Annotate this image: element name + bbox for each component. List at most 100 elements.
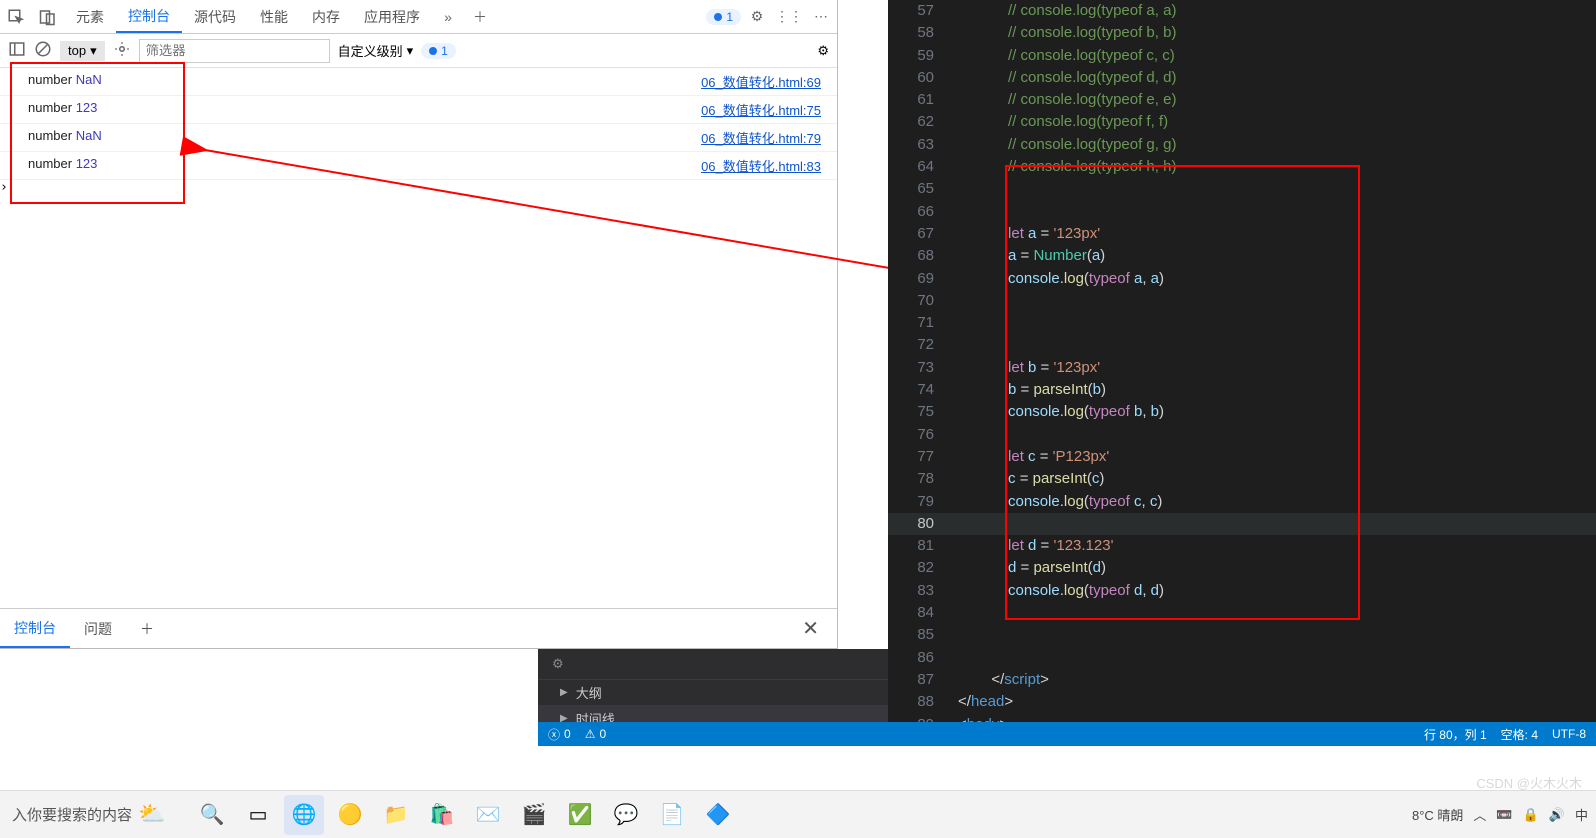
code-editor[interactable]: 5758596061626364656667686970717273747576… (888, 0, 1596, 722)
source-link[interactable]: 06_数值转化.html:83 (701, 156, 821, 175)
task-view-icon[interactable]: ▭ (238, 795, 278, 835)
issues-badge[interactable]: 1 (706, 9, 741, 25)
code-line[interactable]: c = parseInt(c) (958, 468, 1176, 490)
code-line[interactable] (958, 624, 1176, 646)
weather-widget-icon[interactable]: ⛅ (138, 801, 186, 829)
settings-icon[interactable]: ⚙ (817, 43, 829, 59)
device-icon[interactable] (32, 8, 64, 26)
devtools-tab[interactable]: 控制台 (116, 0, 182, 33)
line-number: 89 (888, 714, 934, 723)
code-line[interactable]: d = parseInt(d) (958, 557, 1176, 579)
tray-icon[interactable]: 🔒 (1523, 807, 1539, 823)
status-warnings[interactable]: ⚠ 0 (585, 727, 606, 741)
code-line[interactable]: // console.log(typeof f, f) (958, 111, 1176, 133)
code-line[interactable]: <body> (958, 714, 1176, 723)
wps-icon[interactable]: 📄 (652, 795, 692, 835)
line-number: 70 (888, 290, 934, 312)
devtools-tab[interactable]: 性能 (248, 0, 300, 33)
code-line[interactable]: console.log(typeof d, d) (958, 580, 1176, 602)
code-line[interactable] (958, 334, 1176, 356)
code-line[interactable] (958, 602, 1176, 624)
code-line[interactable] (958, 513, 1176, 535)
store-icon[interactable]: 🛍️ (422, 795, 462, 835)
status-encoding[interactable]: UTF-8 (1552, 727, 1586, 741)
ime-indicator[interactable]: 中 (1575, 805, 1588, 824)
code-line[interactable]: let d = '123.123' (958, 535, 1176, 557)
code-line[interactable]: console.log(typeof c, c) (958, 491, 1176, 513)
filter-input[interactable] (139, 39, 330, 63)
status-cursor[interactable]: 行 80，列 1 (1424, 726, 1487, 743)
more-icon[interactable]: ⋮⋮ (773, 8, 805, 25)
code-line[interactable]: console.log(typeof b, b) (958, 401, 1176, 423)
status-errors[interactable]: ⓧ 0 (548, 726, 571, 743)
code-line[interactable]: // console.log(typeof e, e) (958, 89, 1176, 111)
code-line[interactable] (958, 312, 1176, 334)
tray-icon[interactable]: 📼 (1496, 807, 1512, 823)
code-line[interactable]: // console.log(typeof b, b) (958, 22, 1176, 44)
mail-icon[interactable]: ✉️ (468, 795, 508, 835)
devtools-tab[interactable]: 应用程序 (352, 0, 432, 33)
taskbar-search[interactable]: 入你要搜索的内容 (8, 804, 132, 825)
devtools-tab[interactable]: 元素 (64, 0, 116, 33)
outline-section[interactable]: ▶大纲 (538, 679, 888, 705)
source-link[interactable]: 06_数值转化.html:69 (701, 72, 821, 91)
code-line[interactable]: // console.log(typeof g, g) (958, 134, 1176, 156)
line-number: 63 (888, 134, 934, 156)
live-expr-icon[interactable] (113, 40, 131, 61)
todo-icon[interactable]: ✅ (560, 795, 600, 835)
drawer-add-icon[interactable]: ＋ (126, 619, 168, 639)
drawer-tab-issues[interactable]: 问题 (70, 609, 126, 648)
code-line[interactable]: console.log(typeof a, a) (958, 268, 1176, 290)
console-prompt[interactable]: › (0, 180, 837, 195)
code-line[interactable] (958, 178, 1176, 200)
log-level-selector[interactable]: 自定义级别 ▾ (338, 41, 414, 60)
drawer-tab-console[interactable]: 控制台 (0, 609, 70, 648)
status-spaces[interactable]: 空格: 4 (1501, 726, 1538, 743)
plus-icon[interactable]: ＋ (464, 7, 496, 27)
sidebar-toggle-icon[interactable] (8, 40, 26, 61)
code-line[interactable] (958, 290, 1176, 312)
wechat-icon[interactable]: 💬 (606, 795, 646, 835)
code-line[interactable] (958, 424, 1176, 446)
code-line[interactable]: a = Number(a) (958, 245, 1176, 267)
manage-icon[interactable]: ⚙ (552, 656, 564, 672)
line-number: 58 (888, 22, 934, 44)
code-line[interactable] (958, 201, 1176, 223)
gear-icon[interactable]: ⚙ (741, 8, 773, 25)
source-link[interactable]: 06_数值转化.html:79 (701, 128, 821, 147)
tray-icon[interactable]: 🔊 (1549, 807, 1565, 823)
kebab-icon[interactable]: ⋯ (805, 8, 837, 25)
code-line[interactable]: b = parseInt(b) (958, 379, 1176, 401)
inspect-icon[interactable] (0, 8, 32, 26)
code-line[interactable]: // console.log(typeof a, a) (958, 0, 1176, 22)
chevron-up-icon[interactable]: ︿ (1473, 805, 1486, 824)
code-line[interactable]: </head> (958, 691, 1176, 713)
chrome-icon[interactable]: 🟡 (330, 795, 370, 835)
clear-console-icon[interactable] (34, 40, 52, 61)
drawer-close-icon[interactable]: ✕ (784, 616, 837, 641)
devtools-drawer-tabs: 控制台 问题 ＋ ✕ (0, 608, 837, 648)
code-line[interactable]: let b = '123px' (958, 357, 1176, 379)
code-line[interactable]: let c = 'P123px' (958, 446, 1176, 468)
system-tray[interactable]: 8°C 晴朗 ︿ 📼 🔒 🔊 中 (1412, 805, 1588, 824)
explorer-icon[interactable]: 📁 (376, 795, 416, 835)
code-line[interactable]: // console.log(typeof d, d) (958, 67, 1176, 89)
devtools-tab[interactable]: 内存 (300, 0, 352, 33)
search-icon[interactable]: 🔍 (192, 795, 232, 835)
source-link[interactable]: 06_数值转化.html:75 (701, 100, 821, 119)
code-line[interactable]: let a = '123px' (958, 223, 1176, 245)
code-line[interactable]: </script> (958, 669, 1176, 691)
chevron-right-icon[interactable]: » (432, 9, 464, 25)
context-selector[interactable]: top ▾ (60, 41, 105, 61)
vscode-icon[interactable]: 🔷 (698, 795, 738, 835)
weather-text[interactable]: 8°C 晴朗 (1412, 805, 1463, 824)
clipchamp-icon[interactable]: 🎬 (514, 795, 554, 835)
issues-chip[interactable]: 1 (421, 43, 456, 59)
code-line[interactable]: // console.log(typeof h, h) (958, 156, 1176, 178)
line-number: 80 (888, 513, 934, 535)
edge-icon[interactable]: 🌐 (284, 795, 324, 835)
line-number: 87 (888, 669, 934, 691)
code-line[interactable] (958, 647, 1176, 669)
devtools-tab[interactable]: 源代码 (182, 0, 248, 33)
code-line[interactable]: // console.log(typeof c, c) (958, 45, 1176, 67)
